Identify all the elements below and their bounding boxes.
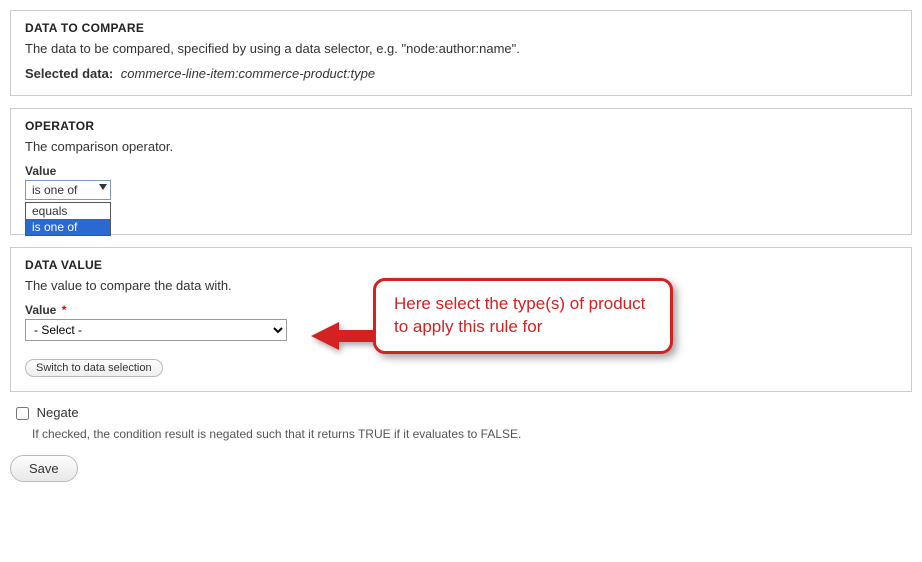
- selected-data-label: Selected data:: [25, 66, 113, 81]
- operator-description: The comparison operator.: [25, 139, 897, 154]
- operator-select-value: is one of: [32, 183, 77, 197]
- negate-description: If checked, the condition result is nega…: [32, 427, 912, 441]
- fieldset-data-value: DATA VALUE The value to compare the data…: [10, 247, 912, 392]
- data-value-title: DATA VALUE: [25, 258, 897, 272]
- fieldset-data-to-compare: DATA TO COMPARE The data to be compared,…: [10, 10, 912, 96]
- data-compare-title: DATA TO COMPARE: [25, 21, 897, 35]
- data-value-description: The value to compare the data with.: [25, 278, 897, 293]
- selected-data-value: commerce-line-item:commerce-product:type: [121, 66, 375, 81]
- required-star-icon: *: [62, 303, 67, 317]
- selected-data-line: Selected data: commerce-line-item:commer…: [25, 66, 897, 81]
- operator-select[interactable]: is one of: [25, 180, 111, 200]
- data-value-label-text: Value: [25, 303, 56, 317]
- operator-option-equals[interactable]: equals: [26, 203, 110, 219]
- operator-value-label: Value: [25, 164, 897, 178]
- data-compare-description: The data to be compared, specified by us…: [25, 41, 897, 56]
- save-button[interactable]: Save: [10, 455, 78, 482]
- operator-option-is-one-of[interactable]: is one of: [26, 219, 110, 235]
- negate-checkbox[interactable]: [16, 407, 29, 420]
- operator-title: OPERATOR: [25, 119, 897, 133]
- fieldset-operator: OPERATOR The comparison operator. Value …: [10, 108, 912, 235]
- data-value-select[interactable]: - Select -: [25, 319, 287, 341]
- negate-label[interactable]: Negate: [37, 405, 79, 420]
- switch-to-data-selection-button[interactable]: Switch to data selection: [25, 359, 163, 377]
- negate-row: Negate: [12, 404, 912, 423]
- data-value-label: Value *: [25, 303, 897, 317]
- chevron-down-icon: [99, 184, 107, 190]
- operator-dropdown: equals is one of: [25, 202, 111, 236]
